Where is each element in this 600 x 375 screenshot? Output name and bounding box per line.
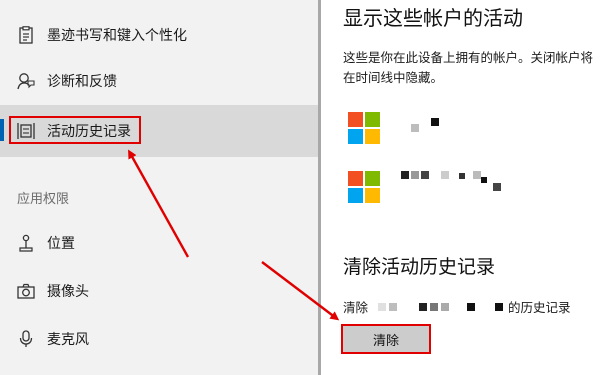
- clear-button[interactable]: 清除: [343, 325, 429, 353]
- sidebar-item-location[interactable]: 位置: [0, 217, 318, 269]
- sidebar-item-microphone[interactable]: 麦克风: [0, 313, 318, 365]
- diagnostics-icon: [17, 72, 35, 90]
- sidebar-item-label: 墨迹书写和键入个性化: [47, 28, 187, 44]
- account-row[interactable]: [343, 112, 583, 146]
- clear-history-heading: 清除活动历史记录: [343, 256, 496, 278]
- microsoft-logo-icon: [348, 112, 380, 144]
- camera-icon: [17, 282, 35, 300]
- sidebar-item-label: 位置: [47, 236, 75, 252]
- microphone-icon: [17, 330, 35, 348]
- selection-indicator: [0, 119, 4, 141]
- microsoft-logo-icon: [348, 171, 380, 203]
- sidebar-item-activity-history[interactable]: 活动历史记录: [0, 105, 318, 157]
- sidebar-item-diagnostics[interactable]: 诊断和反馈: [0, 55, 318, 107]
- main-content: 显示这些帐户的活动 这些是你在此设备上拥有的帐户。关闭帐户将在时间线中隐藏。 清…: [321, 0, 600, 375]
- account-email-redacted: [378, 302, 506, 311]
- sidebar-item-camera[interactable]: 摄像头: [0, 265, 318, 317]
- sidebar-item-inking-typing[interactable]: 墨迹书写和键入个性化: [0, 9, 318, 61]
- location-icon: [17, 234, 35, 252]
- clear-suffix-text: 的历史记录: [508, 300, 571, 315]
- sidebar-item-label: 诊断和反馈: [47, 74, 117, 90]
- account-row[interactable]: [343, 171, 583, 205]
- settings-sidebar: 墨迹书写和键入个性化 诊断和反馈 活动历史记录 应用权限 位置 摄像头 麦克风: [0, 0, 318, 375]
- page-title: 显示这些帐户的活动: [343, 6, 523, 30]
- clipboard-icon: [17, 26, 35, 44]
- section-label-app-permissions: 应用权限: [17, 192, 70, 207]
- clear-history-text: 清除 的历史记录: [343, 297, 571, 316]
- sidebar-item-label: 麦克风: [47, 332, 89, 348]
- account-name-redacted: [401, 171, 511, 191]
- activity-history-icon: [17, 122, 35, 140]
- sidebar-item-label: 摄像头: [47, 284, 89, 300]
- accounts-description: 这些是你在此设备上拥有的帐户。关闭帐户将在时间线中隐藏。: [343, 50, 594, 85]
- sidebar-item-label: 活动历史记录: [47, 124, 131, 140]
- clear-prefix-text: 清除: [343, 300, 369, 315]
